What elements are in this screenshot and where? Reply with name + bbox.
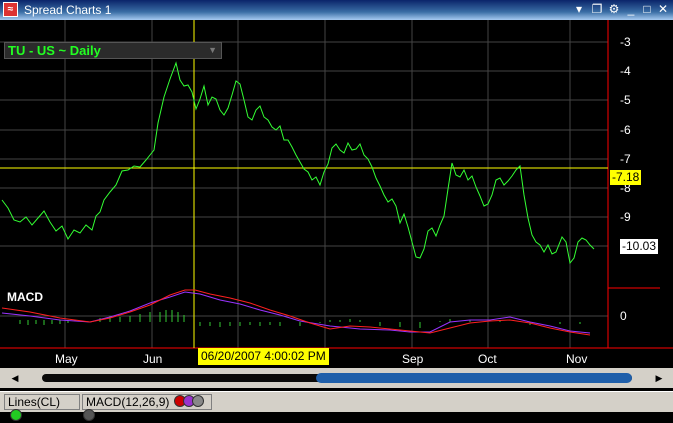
- scroll-left-icon[interactable]: ◀: [8, 371, 22, 385]
- price-tick: -3: [620, 35, 631, 49]
- macd-indicator[interactable]: MACD(12,26,9): [82, 394, 212, 421]
- grid: [0, 20, 608, 348]
- month-label: Jun: [143, 352, 163, 366]
- lines-label: Lines(CL): [8, 395, 61, 409]
- macd-zero-tick: 0: [620, 309, 627, 323]
- month-label: Sep: [402, 352, 424, 366]
- scroll-thumb[interactable]: [316, 373, 632, 383]
- macd-signal-line: [1, 291, 591, 334]
- status-bar: Lines(CL) MACD(12,26,9): [0, 391, 673, 421]
- month-label: Nov: [566, 352, 588, 366]
- minimize-icon[interactable]: _: [624, 3, 638, 16]
- chart-app-icon[interactable]: ≈: [3, 2, 18, 17]
- macd-pane-label: MACD: [7, 290, 43, 304]
- restore-icon[interactable]: ❐: [590, 3, 604, 16]
- title-bar: ≈ Spread Charts 1 ▾ ❐ ⚙ _ □ ✕: [0, 0, 673, 20]
- price-tick: -7: [620, 152, 631, 166]
- crosshair-price-label: -7.18: [610, 170, 642, 185]
- month-label: May: [55, 352, 78, 366]
- macd-line: [1, 289, 591, 336]
- month-label: Oct: [478, 352, 497, 366]
- price-tick: -9: [620, 210, 631, 224]
- symbol-label: TU - US ~ Daily: [8, 43, 101, 58]
- histogram-color-dot-icon[interactable]: [191, 395, 204, 407]
- price-series-line: [1, 61, 595, 265]
- lines-indicator[interactable]: Lines(CL): [4, 394, 80, 421]
- last-price-label: -10.03: [619, 238, 660, 255]
- price-chart[interactable]: -3 -4 -5 -6 -7 -8 -9 0: [0, 20, 673, 368]
- horizontal-scrollbar[interactable]: ◀ ▶: [0, 368, 673, 388]
- price-tick: -5: [620, 93, 631, 107]
- symbol-selector[interactable]: TU - US ~ Daily ▼: [4, 42, 222, 59]
- dropdown-arrow-icon[interactable]: ▼: [208, 45, 217, 55]
- window-title: Spread Charts 1: [24, 3, 112, 17]
- settings-icon[interactable]: ⚙: [607, 3, 621, 16]
- crosshair-time-label: 06/20/2007 4:00:02 PM: [198, 348, 329, 365]
- chart-panel[interactable]: -3 -4 -5 -6 -7 -8 -9 0 TU - US ~ Daily ▼…: [0, 20, 673, 368]
- scroll-right-icon[interactable]: ▶: [652, 371, 666, 385]
- maximize-icon[interactable]: □: [640, 3, 654, 16]
- close-icon[interactable]: ✕: [656, 3, 670, 16]
- price-tick: -4: [620, 64, 631, 78]
- price-tick: -6: [620, 123, 631, 137]
- macd-status-label: MACD(12,26,9): [86, 395, 170, 409]
- menu-arrow-icon[interactable]: ▾: [572, 3, 586, 16]
